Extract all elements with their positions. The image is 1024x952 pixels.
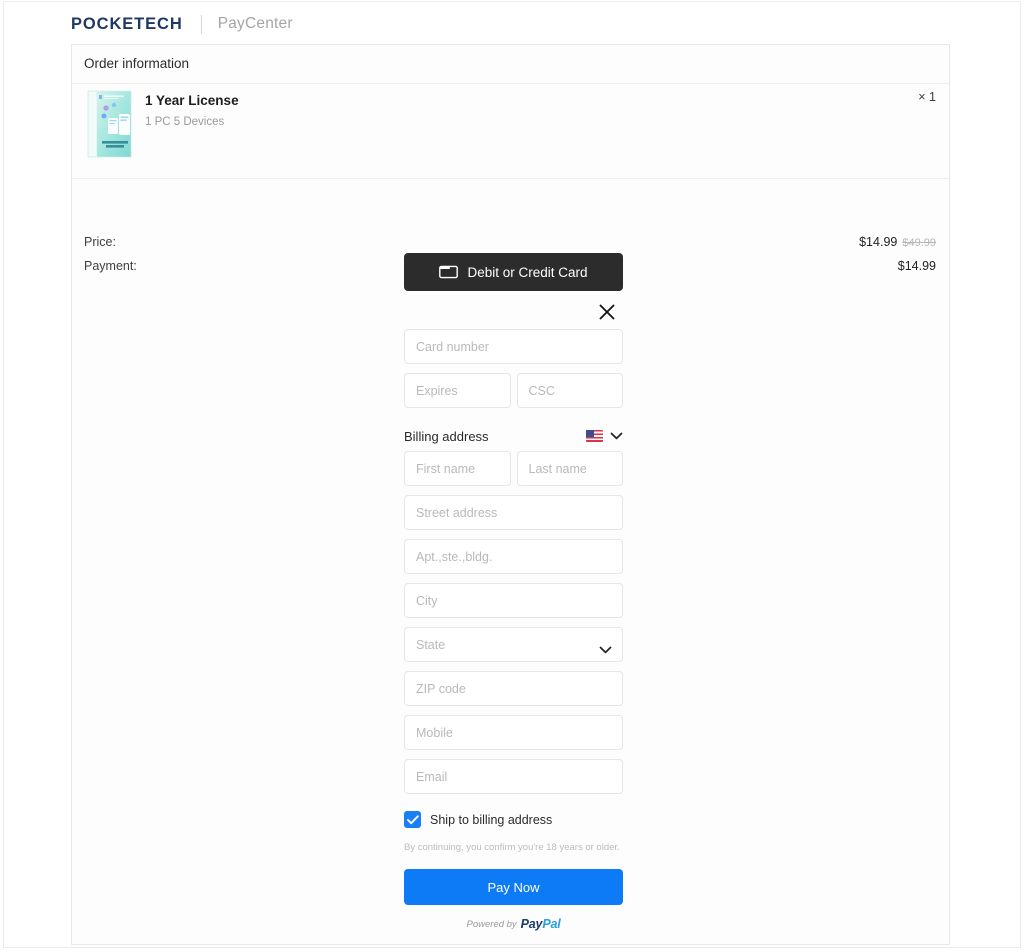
apartment-input[interactable] — [404, 539, 623, 574]
first-name-input[interactable] — [404, 451, 511, 486]
checkout-page: POCKETECH PayCenter Order information — [0, 0, 1024, 952]
paypal-logo-pal: Pal — [542, 917, 560, 931]
ship-to-billing-checkbox[interactable] — [404, 811, 421, 828]
brand-divider — [201, 15, 202, 34]
price-original: $49.99 — [902, 237, 936, 249]
country-selector[interactable] — [586, 430, 623, 442]
mobile-input[interactable] — [404, 715, 623, 750]
product-info: 1 Year License 1 PC 5 Devices — [145, 92, 239, 129]
ship-to-billing-label: Ship to billing address — [430, 813, 552, 827]
product-suite-name: PayCenter — [218, 15, 293, 33]
paypal-logo: PayPal — [521, 917, 561, 931]
debit-or-credit-card-button[interactable]: Debit or Credit Card — [404, 253, 623, 291]
email-input[interactable] — [404, 759, 623, 794]
chevron-down-icon — [610, 432, 623, 440]
price-summary: Price: $14.99$49.99 Payment: $14.99 — [72, 179, 949, 249]
payment-label: Payment: — [84, 259, 137, 273]
brand-logo: POCKETECH — [71, 15, 183, 34]
site-header: POCKETECH PayCenter — [71, 12, 293, 36]
csc-input[interactable] — [517, 373, 624, 408]
age-disclaimer: By continuing, you confirm you're 18 yea… — [404, 841, 623, 854]
price-row: Price: $14.99 $49.99 — [84, 235, 936, 253]
us-flag-icon — [586, 430, 603, 442]
city-input[interactable] — [404, 583, 623, 618]
last-name-input[interactable] — [517, 451, 624, 486]
product-quantity: × 1 — [918, 90, 936, 104]
price-label: Price: — [84, 235, 116, 249]
price-current: $14.99 — [859, 235, 897, 249]
name-row — [404, 451, 623, 486]
state-select-wrapper: State — [404, 627, 623, 662]
order-information-title: Order information — [84, 56, 189, 71]
state-select[interactable]: State — [404, 627, 623, 662]
credit-card-icon — [439, 265, 458, 279]
expires-input[interactable] — [404, 373, 511, 408]
billing-address-label: Billing address — [404, 429, 489, 444]
payment-panel: Debit or Credit Card Billing address — [404, 253, 623, 931]
powered-by-label: Powered by — [467, 919, 517, 930]
street-address-input[interactable] — [404, 495, 623, 530]
card-number-input[interactable] — [404, 329, 623, 364]
zip-code-input[interactable] — [404, 671, 623, 706]
product-details: 1 PC 5 Devices — [145, 115, 239, 129]
checkmark-icon — [407, 815, 419, 825]
order-item-row: 1 Year License 1 PC 5 Devices × 1 — [72, 84, 949, 178]
paypal-logo-pay: Pay — [521, 917, 543, 931]
powered-by-paypal: Powered by PayPal — [404, 917, 623, 931]
ship-to-billing-row[interactable]: Ship to billing address — [404, 811, 623, 828]
close-icon[interactable] — [597, 302, 617, 322]
payment-amount: $14.99 — [898, 259, 936, 273]
price-values: $14.99 $49.99 — [859, 235, 936, 249]
debit-or-credit-card-label: Debit or Credit Card — [467, 265, 587, 280]
billing-address-header: Billing address — [404, 421, 623, 451]
pay-now-button[interactable]: Pay Now — [404, 869, 623, 905]
close-row — [404, 295, 623, 329]
product-thumbnail — [84, 88, 136, 160]
expiry-csc-row — [404, 373, 623, 408]
order-card: Order information — [71, 44, 950, 945]
product-title: 1 Year License — [145, 92, 239, 110]
